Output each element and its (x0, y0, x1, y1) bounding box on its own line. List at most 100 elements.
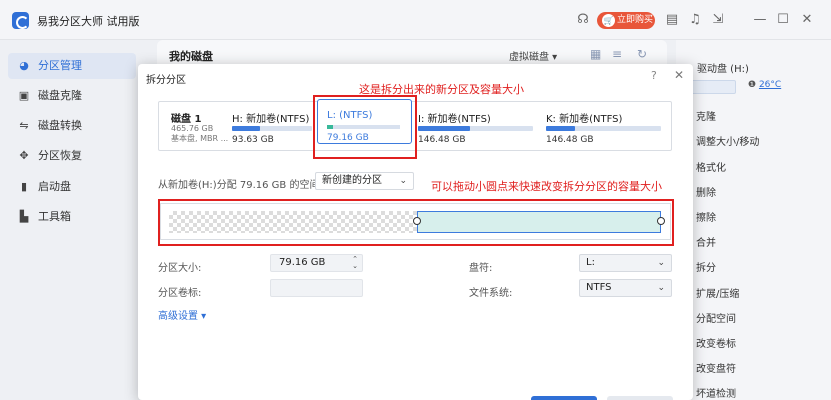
action-format[interactable]: 格式化 (696, 159, 726, 174)
feedback-icon[interactable]: ▤ (664, 12, 680, 28)
volume-label-label: 分区卷标: (158, 288, 202, 299)
app-title: 易我分区大师 试用版 (37, 15, 140, 28)
action-change-letter[interactable]: 改变盘符 (696, 360, 736, 375)
partition-i[interactable]: I: 新加卷(NTFS) 146.48 GB (418, 110, 538, 145)
sidebar-item-label: 磁盘克隆 (38, 89, 82, 102)
maximize-icon[interactable]: ☐ (775, 12, 791, 28)
bell-icon[interactable]: ♫ (687, 12, 703, 28)
sidebar-item-toolbox[interactable]: ▙ 工具箱 (8, 204, 136, 230)
sidebar-item-disk-clone[interactable]: ▣ 磁盘克隆 (8, 83, 136, 109)
action-clone[interactable]: 克隆 (696, 108, 716, 123)
restore-icon[interactable]: ⇲ (710, 12, 726, 28)
file-system-value: NTFS (586, 282, 612, 293)
target-select[interactable]: 新创建的分区 ⌄ (315, 172, 414, 190)
annotation-drag-hint: 可以拖动小圆点来快速改变拆分分区的容量大小 (431, 180, 662, 193)
sidebar-item-label: 分区管理 (38, 59, 82, 72)
drive-letter-label: 盘符: (469, 263, 493, 274)
dialog-close-icon[interactable]: ✕ (674, 68, 684, 82)
partition-usage-bar (232, 126, 312, 131)
grid-view-icon[interactable]: ▦ (590, 47, 601, 61)
action-wipe[interactable]: 擦除 (696, 209, 716, 224)
headset-icon[interactable]: ☊ (575, 12, 591, 28)
disk-info: 465.76 GB 基本盘, MBR ... (171, 124, 228, 144)
app-logo-icon (12, 12, 29, 29)
sidebar-item-partition-recovery[interactable]: ✥ 分区恢复 (8, 143, 136, 169)
list-view-icon[interactable]: ≡ (612, 47, 622, 61)
right-drag-handle[interactable] (657, 217, 665, 225)
action-resize-move[interactable]: 调整大小/移动 (696, 133, 759, 148)
partition-usage-fill (418, 126, 470, 131)
spinner-icon[interactable]: ⌃ ⌄ (352, 256, 358, 270)
partition-usage-bar (546, 126, 661, 131)
pie-icon: ◕ (19, 59, 29, 72)
chevron-down-icon: ⌄ (657, 283, 665, 293)
sidebar-item-disk-convert[interactable]: ⇋ 磁盘转换 (8, 113, 136, 139)
partition-size: 146.48 GB (418, 135, 466, 145)
chevron-down-icon: ⌄ (657, 258, 665, 268)
sidebar-item-label: 启动盘 (38, 180, 71, 193)
convert-icon: ⇋ (19, 119, 29, 132)
virtual-disk-dropdown[interactable]: 虚拟磁盘 ▾ (509, 48, 557, 63)
disk-temperature: ❶ 26°C (748, 80, 812, 95)
action-bad-sector-check[interactable]: 坏道检测 (696, 385, 736, 400)
partition-size: 93.63 GB (232, 135, 274, 145)
main-title: 我的磁盘 (169, 50, 213, 63)
allocate-from-label: 从新加卷(H:)分配 79.16 GB 的空间到 (158, 180, 330, 191)
action-extend-shrink[interactable]: 扩展/压缩 (696, 285, 739, 300)
volume-label-input[interactable] (270, 279, 363, 297)
new-partition-segment (417, 211, 661, 233)
sidebar-item-label: 分区恢复 (38, 149, 82, 162)
clone-icon: ▣ (18, 89, 30, 102)
sidebar-item-boot-disk[interactable]: ▮ 启动盘 (8, 174, 136, 200)
action-allocate-space[interactable]: 分配空间 (696, 310, 736, 325)
help-icon[interactable]: ? (651, 69, 657, 82)
recover-icon: ✥ (19, 149, 29, 162)
sidebar-item-label: 磁盘转换 (38, 119, 82, 132)
action-merge[interactable]: 合并 (696, 234, 716, 249)
drive-letter-value: L: (586, 257, 595, 268)
minimize-icon[interactable]: — (752, 12, 768, 28)
buy-label: 立即购买 (617, 15, 654, 25)
buy-button[interactable]: 🛒 立即购买 (597, 12, 655, 29)
drive-letter-select[interactable]: L: ⌄ (579, 254, 672, 272)
action-change-label[interactable]: 改变卷标 (696, 335, 736, 350)
refresh-icon[interactable]: ↻ (637, 47, 647, 61)
partition-k[interactable]: K: 新加卷(NTFS) 146.48 GB (546, 110, 664, 145)
partition-name: H: 新加卷(NTFS) (232, 114, 310, 125)
advanced-settings-toggle[interactable]: 高级设置 ▾ (158, 307, 206, 322)
file-system-select[interactable]: NTFS ⌄ (579, 279, 672, 297)
sidebar-item-partition-manage[interactable]: ◕ 分区管理 (8, 53, 136, 79)
usb-icon: ▮ (20, 180, 28, 193)
size-label: 分区大小: (158, 263, 202, 274)
dialog-title: 拆分分区 (146, 75, 186, 86)
annotation-box-new-partition (313, 95, 417, 159)
temperature-value: 26°C (758, 80, 782, 90)
chevron-down-icon: ⌄ (399, 176, 407, 186)
thermometer-icon: ❶ (748, 80, 759, 90)
action-split[interactable]: 拆分 (696, 259, 716, 274)
size-stepper[interactable]: 79.16 GB ⌃ ⌄ (270, 254, 363, 272)
partition-size: 146.48 GB (546, 135, 594, 145)
disk-name: 磁盘 1 (171, 114, 202, 125)
partition-usage-fill (232, 126, 260, 131)
cart-icon: 🛒 (602, 14, 615, 27)
partition-usage-bar (418, 126, 533, 131)
source-partition-segment (169, 211, 417, 233)
toolbox-icon: ▙ (19, 210, 29, 223)
partition-h[interactable]: H: 新加卷(NTFS) 93.63 GB (232, 110, 314, 145)
left-drag-handle[interactable] (413, 217, 421, 225)
disk-type: 基本盘, MBR ... (171, 134, 229, 143)
cancel-button[interactable] (607, 396, 673, 400)
action-delete[interactable]: 删除 (696, 184, 716, 199)
split-slider (160, 203, 671, 240)
file-system-label: 文件系统: (469, 288, 513, 299)
close-icon[interactable]: ✕ (799, 12, 815, 28)
title-bar: 易我分区大师 试用版 ☊ 🛒 立即购买 ▤ ♫ ⇲ — ☐ ✕ (0, 0, 831, 40)
ok-button[interactable] (531, 396, 597, 400)
split-partition-dialog: 拆分分区 ? ✕ 磁盘 1 465.76 GB 基本盘, MBR ... H: … (138, 64, 693, 400)
partition-usage-fill (546, 126, 575, 131)
partition-name: I: 新加卷(NTFS) (418, 114, 491, 125)
size-value: 79.16 GB (279, 257, 326, 268)
partition-name: K: 新加卷(NTFS) (546, 114, 623, 125)
sidebar-item-label: 工具箱 (38, 210, 71, 223)
